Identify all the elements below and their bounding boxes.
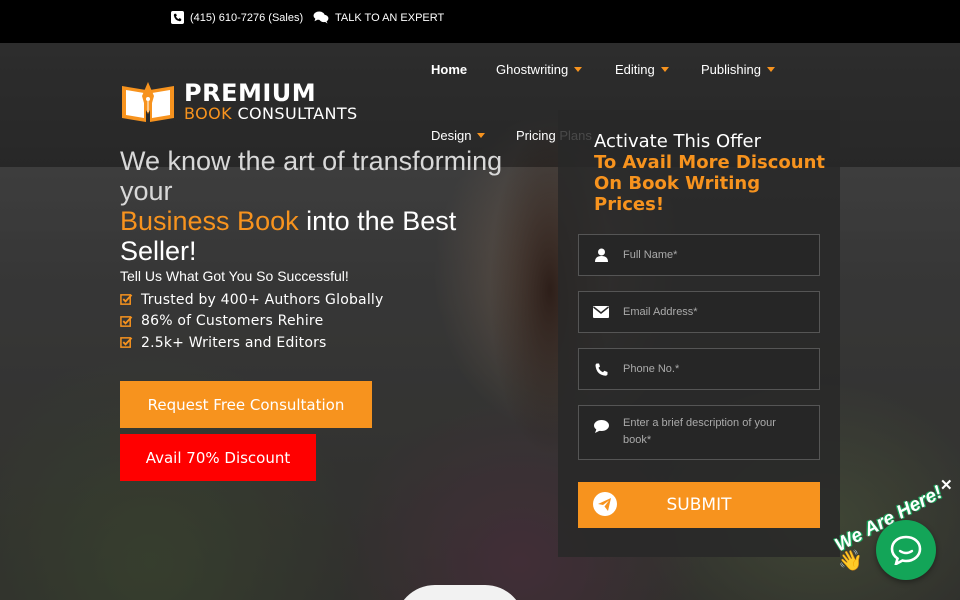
comments-icon [313, 11, 329, 24]
open-book-pen-icon [122, 82, 174, 122]
logo-text: PREMIUM BOOK CONSULTANTS [184, 81, 358, 123]
talk-to-expert-link[interactable]: TALK TO AN EXPERT [313, 11, 444, 24]
check-square-icon [120, 294, 133, 306]
logo[interactable]: PREMIUM BOOK CONSULTANTS [120, 80, 358, 124]
email-input[interactable] [623, 306, 803, 318]
avail-discount-button[interactable]: Avail 70% Discount [120, 434, 316, 481]
headline-highlight: Business Book [120, 206, 299, 236]
logo-line-consultants: BOOK CONSULTANTS [184, 105, 358, 123]
form-title-line1: Activate This Offer [594, 131, 762, 152]
phone-field-wrap [578, 348, 820, 390]
list-item: Trusted by 400+ Authors Globally [120, 289, 384, 311]
check-square-icon [120, 315, 133, 327]
check-square-icon [120, 337, 133, 349]
chat-close-icon[interactable]: ✕ [940, 476, 953, 494]
user-icon [594, 248, 608, 262]
hero-subline: Tell Us What Got You So Successful! [120, 268, 349, 284]
nav-item-ghostwriting[interactable]: Ghostwriting [496, 62, 583, 77]
form-title-line3: On Book Writing [594, 173, 761, 194]
request-consultation-button[interactable]: Request Free Consultation [120, 381, 372, 428]
submit-button[interactable]: SUBMIT [578, 482, 820, 528]
hero-headline: We know the art of transforming your Bus… [120, 146, 540, 266]
full-name-field-wrap [578, 234, 820, 276]
phone-icon [595, 363, 607, 376]
comment-icon [593, 420, 609, 433]
caret-down-icon [574, 67, 583, 72]
check-text: 2.5k+ Writers and Editors [141, 334, 327, 351]
form-title-line4: Prices! [594, 194, 665, 215]
submit-label: SUBMIT [666, 495, 732, 515]
envelope-icon [593, 306, 609, 318]
chat-launcher-button[interactable] [876, 520, 936, 580]
nav-label-ghostwriting: Ghostwriting [496, 62, 569, 77]
email-field-wrap [578, 291, 820, 333]
description-field-wrap [578, 405, 820, 460]
headline-part1: We know the art of transforming your [120, 146, 503, 206]
chat-bubble-icon [890, 535, 922, 565]
description-textarea[interactable] [623, 415, 803, 451]
nav-label-design: Design [431, 128, 472, 143]
nav-item-editing[interactable]: Editing [615, 62, 669, 77]
top-bar: (415) 610-7276 (Sales) TALK TO AN EXPERT [0, 0, 960, 43]
logo-word-book: BOOK [184, 104, 232, 123]
logo-word-consultants: CONSULTANTS [237, 104, 358, 123]
waving-hand-icon: 👋 [838, 550, 863, 572]
nav-label-home: Home [431, 62, 468, 77]
nav-item-home[interactable]: Home [431, 62, 467, 77]
phone-square-icon [171, 11, 184, 24]
caret-down-icon [477, 133, 486, 138]
sales-phone-text: (415) 610-7276 (Sales) [190, 11, 304, 24]
caret-down-icon [660, 67, 669, 72]
nav-item-publishing[interactable]: Publishing [701, 62, 775, 77]
phone-input[interactable] [623, 363, 803, 375]
check-text: Trusted by 400+ Authors Globally [141, 291, 384, 308]
paper-plane-icon [593, 492, 617, 516]
logo-line-premium: PREMIUM [184, 79, 317, 107]
offer-form-title: Activate This Offer To Avail More Discou… [594, 131, 834, 215]
list-item: 86% of Customers Rehire [120, 311, 384, 333]
nav-item-design[interactable]: Design [431, 128, 486, 143]
sales-phone-link[interactable]: (415) 610-7276 (Sales) [171, 11, 303, 24]
full-name-input[interactable] [623, 249, 803, 261]
check-text: 86% of Customers Rehire [141, 313, 324, 330]
hero-check-list: Trusted by 400+ Authors Globally 86% of … [120, 289, 384, 354]
talk-to-expert-text: TALK TO AN EXPERT [335, 11, 445, 24]
nav-label-editing: Editing [615, 62, 655, 77]
caret-down-icon [767, 67, 775, 72]
form-title-line2: To Avail More Discount [594, 152, 826, 173]
list-item: 2.5k+ Writers and Editors [120, 332, 384, 354]
nav-label-publishing: Publishing [701, 62, 761, 77]
